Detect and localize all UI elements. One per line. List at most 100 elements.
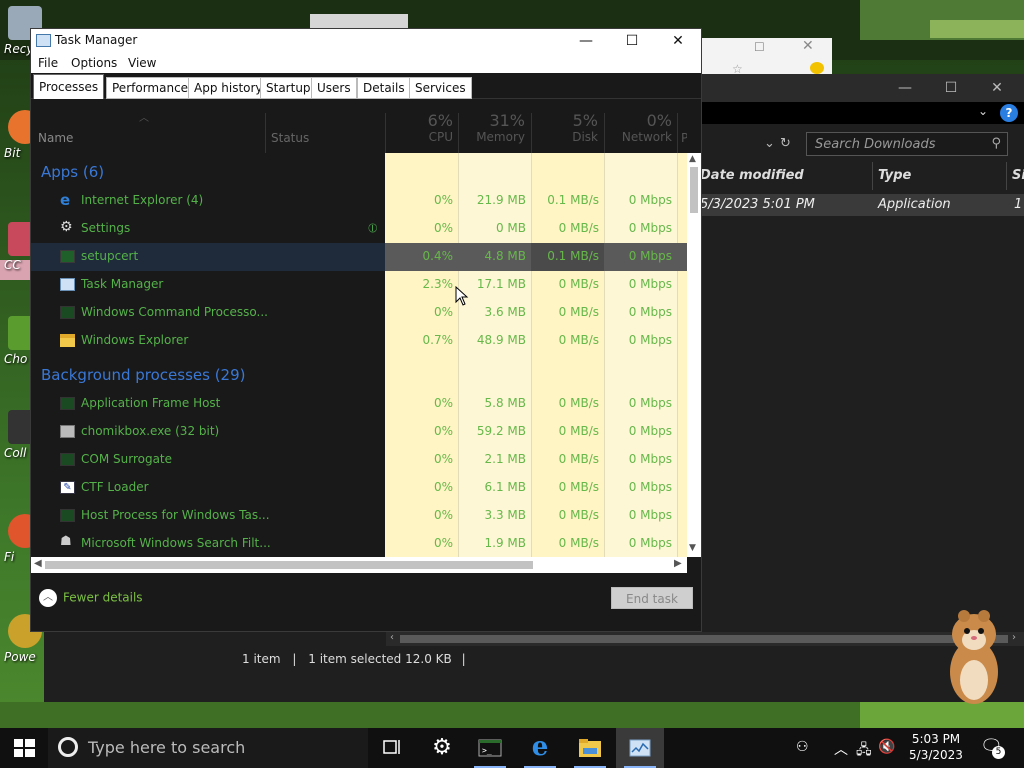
maximize-button[interactable]: ☐: [609, 29, 655, 53]
process-row[interactable]: ⚙ Settings ⦶ 0% 0 MB 0 MB/s 0 Mbps: [31, 215, 687, 243]
scrollbar-thumb[interactable]: [690, 167, 698, 213]
process-row[interactable]: Host Process for Windows Tas... 0% 3.3 M…: [31, 502, 687, 530]
clock[interactable]: 5:03 PM 5/3/2023: [896, 731, 976, 763]
refresh-icon[interactable]: ↻: [780, 136, 791, 151]
svg-text:>_: >_: [482, 746, 492, 755]
tab-startup[interactable]: Startup: [260, 77, 317, 99]
task-manager-titlebar[interactable]: Task Manager — ☐ ✕: [31, 29, 701, 53]
column-size[interactable]: Size: [1012, 168, 1024, 183]
tab-users[interactable]: Users: [311, 77, 357, 99]
column-date-modified[interactable]: Date modified: [700, 168, 804, 183]
menu-file[interactable]: File: [38, 56, 58, 70]
column-memory[interactable]: 31% Memory: [460, 111, 525, 144]
scrollbar-thumb[interactable]: [400, 635, 1008, 643]
chevron-up-icon[interactable]: ︿: [834, 739, 848, 759]
memory-label: Memory: [476, 130, 525, 144]
network-icon[interactable]: 🖧: [856, 739, 872, 763]
column-status[interactable]: Status: [271, 131, 309, 145]
process-row[interactable]: Windows Explorer 0.7% 48.9 MB 0 MB/s 0 M…: [31, 327, 687, 355]
file-row[interactable]: 5/3/2023 5:01 PM Application 1: [700, 194, 1024, 216]
cmd-icon: >_: [478, 739, 502, 757]
process-disk: 0 MB/s: [558, 480, 599, 494]
process-row[interactable]: Windows Command Processo... 0% 3.6 MB 0 …: [31, 299, 687, 327]
taskbar-file-explorer[interactable]: [566, 728, 614, 768]
taskbar-internet-explorer[interactable]: e: [516, 728, 564, 768]
process-cpu: 0.7%: [422, 333, 454, 347]
process-name: Application Frame Host: [81, 396, 221, 410]
start-button[interactable]: [0, 728, 48, 768]
minimize-icon[interactable]: —: [882, 74, 928, 102]
menu-options[interactable]: Options: [71, 56, 117, 70]
chomikbox-icon: [60, 425, 75, 438]
file-date: 5/3/2023 5:01 PM: [700, 197, 815, 212]
tab-details[interactable]: Details: [357, 77, 411, 99]
process-row[interactable]: Application Frame Host 0% 5.8 MB 0 MB/s …: [31, 390, 687, 418]
chevron-down-icon[interactable]: ⌄: [978, 104, 988, 118]
process-name: Windows Explorer: [81, 333, 189, 347]
process-disk: 0 MB/s: [558, 424, 599, 438]
maximize-icon[interactable]: ☐: [928, 74, 974, 102]
taskbar-settings[interactable]: ⚙: [418, 728, 466, 768]
process-row[interactable]: ☗ Microsoft Windows Search Filt... 0% 1.…: [31, 530, 687, 557]
scroll-down-icon[interactable]: ▼: [689, 543, 696, 553]
process-row[interactable]: e Internet Explorer (4) 0% 21.9 MB 0.1 M…: [31, 187, 687, 215]
scrollbar-thumb[interactable]: [45, 561, 533, 569]
process-row[interactable]: Task Manager 2.3% 17.1 MB 0 MB/s 0 Mbps: [31, 271, 687, 299]
cpu-label: CPU: [428, 130, 453, 144]
tab-app-history[interactable]: App history: [188, 77, 269, 99]
task-manager-window[interactable]: Task Manager — ☐ ✕ File Options View Pro…: [30, 28, 702, 632]
volume-muted-icon[interactable]: 🔇: [878, 739, 895, 755]
close-icon[interactable]: ✕: [974, 74, 1020, 102]
windows-logo-icon: [14, 739, 35, 757]
column-power[interactable]: Po: [681, 131, 687, 145]
column-network[interactable]: 0% Network: [606, 111, 672, 144]
tab-processes[interactable]: Processes: [33, 74, 105, 99]
fewer-details-button[interactable]: ︿ Fewer details: [39, 589, 143, 607]
process-network: 0 Mbps: [628, 508, 672, 522]
group-header-apps[interactable]: Apps (6): [41, 163, 104, 181]
column-name[interactable]: Name: [38, 131, 73, 145]
gear-icon: ⚙: [432, 735, 452, 760]
search-input[interactable]: Search Downloads ⚲: [806, 132, 1008, 156]
process-row-selected[interactable]: setupcert 0.4% 4.8 MB 0.1 MB/s 0 Mbps: [31, 243, 687, 271]
disk-label: Disk: [572, 130, 598, 144]
close-button[interactable]: ✕: [655, 29, 701, 53]
process-cpu: 0.4%: [422, 249, 454, 263]
help-icon[interactable]: ?: [1000, 104, 1018, 122]
explorer-horizontal-scrollbar[interactable]: ‹ ›: [386, 632, 1024, 646]
process-list[interactable]: Apps (6) e Internet Explorer (4) 0% 21.9…: [31, 153, 687, 557]
scroll-right-icon[interactable]: ›: [1012, 632, 1016, 643]
column-disk[interactable]: 5% Disk: [533, 111, 598, 144]
people-icon[interactable]: ⚇: [796, 739, 809, 755]
scroll-up-icon[interactable]: ▲: [689, 154, 696, 164]
vertical-scrollbar[interactable]: ▲ ▼: [687, 153, 701, 557]
address-controls[interactable]: ⌄ ↻: [762, 132, 796, 156]
tab-performance[interactable]: Performance: [106, 77, 195, 99]
taskbar-search-input[interactable]: Type here to search: [48, 728, 368, 768]
scroll-left-icon[interactable]: ◀: [34, 558, 42, 569]
end-task-button[interactable]: End task: [611, 587, 693, 609]
horizontal-scrollbar[interactable]: ◀ ▶: [31, 557, 687, 573]
process-row[interactable]: COM Surrogate 0% 2.1 MB 0 MB/s 0 Mbps: [31, 446, 687, 474]
process-name: Microsoft Windows Search Filt...: [81, 536, 271, 550]
process-row[interactable]: ✎ CTF Loader 0% 6.1 MB 0 MB/s 0 Mbps: [31, 474, 687, 502]
column-type[interactable]: Type: [878, 168, 911, 183]
process-cpu: 0%: [433, 452, 453, 466]
ctf-icon: ✎: [60, 481, 75, 494]
taskmgr-icon: [60, 278, 75, 291]
taskbar-task-manager[interactable]: [616, 728, 664, 768]
scroll-left-icon[interactable]: ‹: [390, 632, 394, 643]
notifications-button[interactable]: 🗨 5: [980, 736, 1006, 760]
task-view-button[interactable]: [368, 728, 416, 768]
group-header-background-processes[interactable]: Background processes (29): [41, 366, 246, 384]
taskbar-command-prompt[interactable]: >_: [466, 728, 514, 768]
menu-view[interactable]: View: [128, 56, 156, 70]
process-disk: 0 MB/s: [558, 508, 599, 522]
tab-services[interactable]: Services: [409, 77, 472, 99]
background-window[interactable]: ☐ ✕ ☆: [702, 38, 832, 76]
scroll-right-icon[interactable]: ▶: [674, 558, 682, 569]
column-cpu[interactable]: 6% CPU: [387, 111, 453, 144]
chevron-down-icon[interactable]: ⌄: [764, 136, 775, 151]
process-row[interactable]: chomikbox.exe (32 bit) 0% 59.2 MB 0 MB/s…: [31, 418, 687, 446]
minimize-button[interactable]: —: [563, 29, 609, 53]
